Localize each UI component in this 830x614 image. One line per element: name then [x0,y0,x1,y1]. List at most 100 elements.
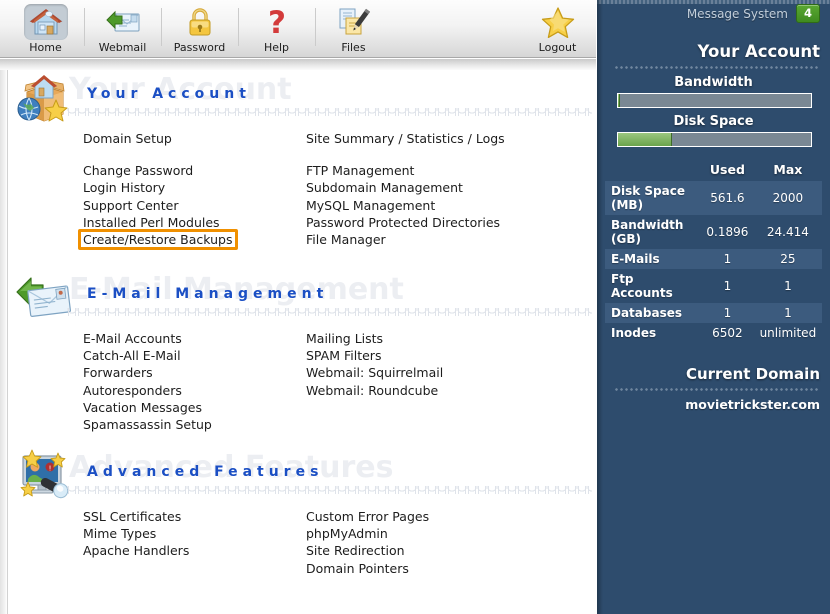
row-label: Bandwidth (GB) [611,218,684,246]
control-panel-page: Home Webmail Password ? Help Files Logou… [0,0,830,614]
section-email-management: E-Mail Management E-Mail Management E-Ma… [9,270,596,448]
row-label: E-Mails [611,252,660,266]
current-domain-title: Current Domain [685,365,820,383]
section-header: E-Mail Management E-Mail Management [9,270,596,328]
monitor-stars-icon: ! [13,448,75,504]
link-webmail-squirrelmail[interactable]: Webmail: Squirrelmail [306,364,443,381]
section-title: Advanced Features [87,464,324,480]
toolbar-label: Password [173,41,226,54]
sidebar-dotted-divider-2 [615,388,820,391]
section-your-account: Your Account Your Account Domain Setup C… [9,70,596,270]
section-links: Domain Setup Change Password Login Histo… [9,128,596,268]
links-column-left: E-Mail Accounts Catch-All E-Mail Forward… [83,328,212,433]
toolbar-item-help[interactable]: ? Help [238,0,315,57]
link-forwarders[interactable]: Forwarders [83,364,153,381]
link-login-history[interactable]: Login History [83,179,165,196]
toolbar-item-password[interactable]: Password [161,0,238,57]
table-header-max: Max [773,162,803,177]
disk-space-progress-fill [618,133,673,146]
row-max: 1 [784,306,792,320]
link-site-summary-statistics-logs[interactable]: Site Summary / Statistics / Logs [306,130,505,147]
link-site-redirection[interactable]: Site Redirection [306,542,405,559]
right-sidebar: Message System 4 Your Account Bandwidth … [597,0,830,614]
table-header-blank [605,161,701,181]
left-rail [0,70,8,614]
row-max: 1 [784,279,792,293]
toolbar-label: Logout [538,41,577,54]
toolbar-item-home[interactable]: Home [7,0,84,57]
row-max: 2000 [772,191,804,205]
link-file-manager[interactable]: File Manager [306,231,386,248]
row-max: unlimited [759,326,817,340]
row-used: 1 [723,279,732,293]
bandwidth-progress-bar [617,93,812,108]
section-divider [67,108,592,116]
svg-text:?: ? [268,6,286,38]
section-header: ! Advanced Features Advanced Features [9,448,596,506]
links-column-left: SSL Certificates Mime Types Apache Handl… [83,506,189,558]
link-spamassassin-setup[interactable]: Spamassassin Setup [83,416,212,433]
table-header-used: Used [709,162,745,177]
main-content: Your Account Your Account Domain Setup C… [9,70,596,614]
table-header-row: Used Max [605,161,822,181]
section-links: SSL Certificates Mime Types Apache Handl… [9,506,596,606]
links-gap [306,145,505,160]
section-advanced-features: ! Advanced Features Advanced Features SS… [9,448,596,608]
star-icon [536,4,580,40]
links-column-right: Site Summary / Statistics / Logs FTP Man… [306,128,505,248]
toolbar-item-webmail[interactable]: Webmail [84,0,161,57]
toolbar-item-logout[interactable]: Logout [519,0,596,57]
home-icon [23,4,68,40]
row-max: 25 [780,252,796,266]
usage-table: Used Max Disk Space (MB) 561.6 2000 Band… [605,161,822,343]
section-divider [67,486,592,494]
table-row: Inodes 6502 unlimited [605,323,822,343]
toolbar-item-files[interactable]: Files [315,0,392,57]
row-label: Disk Space (MB) [611,184,685,212]
bandwidth-progress-fill [618,94,620,107]
section-title: E-Mail Management [87,286,329,302]
link-webmail-roundcube[interactable]: Webmail: Roundcube [306,382,438,399]
link-create-restore-backups[interactable]: Create/Restore Backups [78,228,239,250]
toolbar-shadow-strip [0,59,596,70]
table-row: Bandwidth (GB) 0.1896 24.414 [605,215,822,249]
house-box-globe-star-icon [13,70,75,126]
section-links: E-Mail Accounts Catch-All E-Mail Forward… [9,328,596,446]
padlock-icon [178,4,222,40]
question-mark-icon: ? [255,4,299,40]
sidebar-dotted-divider [615,66,820,69]
sidebar-account-title: Your Account [697,42,820,61]
sidebar-edge-shadow [597,0,603,614]
toolbar-label: Help [263,41,290,54]
table-row: E-Mails 1 25 [605,249,822,269]
message-count-badge: 4 [795,4,820,23]
link-domain-pointers[interactable]: Domain Pointers [306,560,409,577]
webmail-envelope-icon [101,4,145,40]
link-apache-handlers[interactable]: Apache Handlers [83,542,189,559]
section-divider [67,308,592,316]
links-gap [83,145,238,160]
disk-space-progress-bar [617,132,812,147]
toolbar-label: Webmail [98,41,147,54]
documents-pen-icon [332,4,376,40]
envelope-arrow-icon [13,270,75,326]
link-subdomain-management[interactable]: Subdomain Management [306,179,463,196]
link-domain-setup[interactable]: Domain Setup [83,130,172,147]
disk-space-label: Disk Space [673,114,754,129]
links-column-left: Domain Setup Change Password Login Histo… [78,128,239,250]
row-used: 1 [723,306,732,320]
svg-text:!: ! [49,465,52,473]
row-label: Databases [611,306,683,320]
section-title: Your Account [87,86,251,102]
message-system-label: Message System [686,6,788,21]
section-header: Your Account Your Account [9,70,596,128]
current-domain-value[interactable]: movietrickster.com [597,397,830,412]
message-system[interactable]: Message System 4 [687,4,820,23]
links-column-right: Custom Error Pages phpMyAdmin Site Redir… [306,506,429,577]
row-label: Inodes [611,326,657,340]
toolbar-label: Files [341,41,366,54]
row-used: 1 [723,252,732,266]
row-max: 24.414 [766,225,809,239]
row-used: 561.6 [710,191,745,205]
